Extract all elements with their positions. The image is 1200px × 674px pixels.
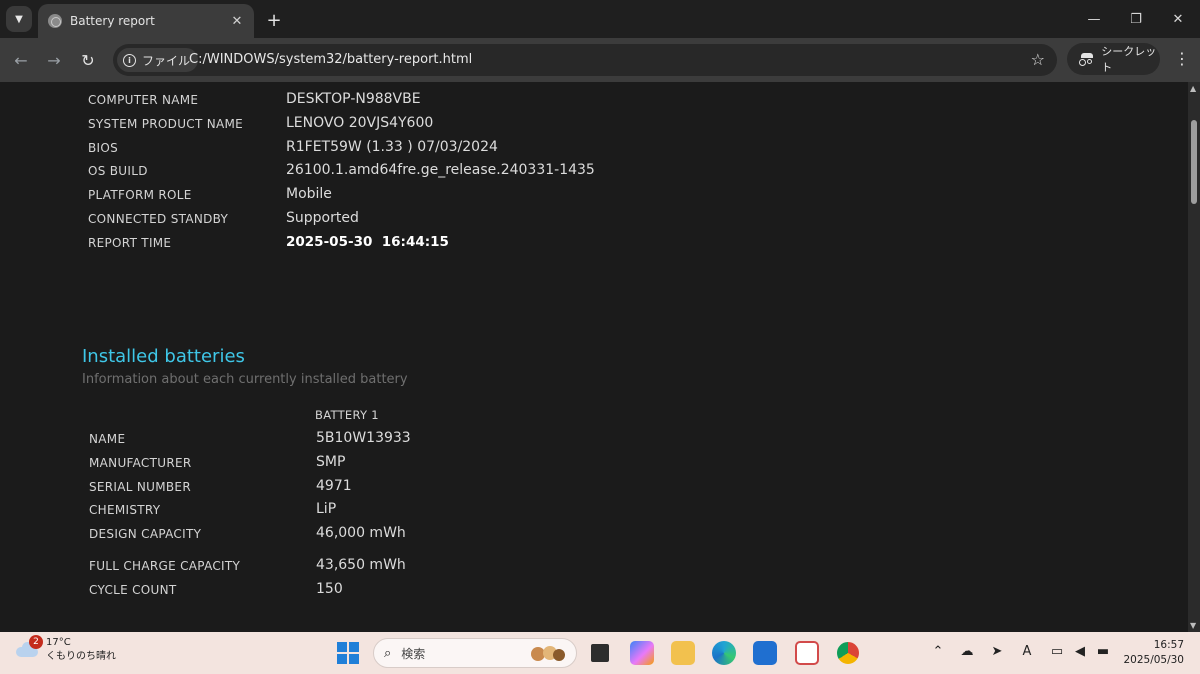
info-value: R1FET59W (1.33 ) 07/03/2024 xyxy=(286,139,498,155)
incognito-button[interactable]: シークレット xyxy=(1067,43,1160,75)
info-value: 26100.1.amd64fre.ge_release.240331-1435 xyxy=(286,162,595,178)
battery-value: 4971 xyxy=(316,478,352,494)
battery-label: CYCLE COUNT xyxy=(89,583,177,597)
search-placeholder: 検索 xyxy=(401,646,426,661)
store-icon[interactable] xyxy=(753,641,777,665)
battery-label: DESIGN CAPACITY xyxy=(89,527,202,541)
tab-strip: ▼ Battery report ✕ + — ❐ ✕ xyxy=(0,0,1200,38)
battery-value: SMP xyxy=(316,454,346,470)
incognito-icon xyxy=(1079,53,1094,66)
tab-battery-report[interactable]: Battery report ✕ xyxy=(38,4,254,38)
close-window-icon[interactable]: ✕ xyxy=(1156,8,1200,30)
battery-column-header: BATTERY 1 xyxy=(315,408,379,422)
taskbar-search-input[interactable]: ⌕ 検索 xyxy=(373,638,577,668)
clock-time: 16:57 xyxy=(1153,639,1184,651)
weather-temp: 17°C xyxy=(46,637,71,648)
copilot-icon[interactable] xyxy=(630,641,654,665)
restore-icon[interactable]: ❐ xyxy=(1114,8,1158,30)
chevron-up-icon[interactable]: ⌃ xyxy=(928,644,948,659)
battery-label: NAME xyxy=(89,432,126,446)
scroll-thumb[interactable] xyxy=(1191,120,1197,204)
battery-value: 43,650 mWh xyxy=(316,557,406,573)
search-icon: ⌕ xyxy=(384,645,392,661)
scroll-down-icon[interactable]: ▼ xyxy=(1190,621,1196,630)
page-content: COMPUTER NAME DESKTOP-N988VBE SYSTEM PRO… xyxy=(0,82,1188,632)
task-view-icon[interactable] xyxy=(588,641,612,665)
kebab-menu-icon[interactable]: ⋮ xyxy=(1172,48,1192,72)
file-explorer-icon[interactable] xyxy=(671,641,695,665)
section-subtitle: Information about each currently install… xyxy=(82,372,408,387)
weather-desc: くもりのち晴れ xyxy=(46,651,116,662)
site-info-chip[interactable]: i ファイル xyxy=(117,48,199,72)
weather-badge: 2 xyxy=(29,635,43,649)
battery-value: 150 xyxy=(316,581,343,597)
info-label: BIOS xyxy=(88,141,119,155)
taskbar: 17°C くもりのち晴れ 2 ⌕ 検索 ⌃ ☁ ➤ A ▭ ◀ ▬ 16:57 … xyxy=(0,632,1200,674)
info-value: LENOVO 20VJS4Y600 xyxy=(286,115,434,131)
search-highlight-icon xyxy=(531,646,565,661)
tab-title: Battery report xyxy=(70,14,155,28)
clock-date: 2025/05/30 xyxy=(1123,654,1184,666)
info-label: SYSTEM PRODUCT NAME xyxy=(88,117,244,131)
info-label: PLATFORM ROLE xyxy=(88,188,192,202)
chrome-icon[interactable] xyxy=(836,641,860,665)
battery-label: FULL CHARGE CAPACITY xyxy=(89,559,241,573)
favicon-globe-icon xyxy=(48,14,62,28)
report-time-value: 2025-05-30 16:44:15 xyxy=(286,234,449,250)
close-icon[interactable]: ✕ xyxy=(228,14,246,29)
tab-list-icon[interactable]: ▼ xyxy=(6,6,32,32)
info-value: Supported xyxy=(286,210,359,226)
address-bar[interactable]: i ファイル C:/WINDOWS/system32/battery-repor… xyxy=(113,44,1057,76)
incognito-label: シークレット xyxy=(1101,45,1157,74)
info-label: OS BUILD xyxy=(88,164,148,178)
plus-icon[interactable]: + xyxy=(262,8,286,32)
info-value: DESKTOP-N988VBE xyxy=(286,91,421,107)
site-chip-label: ファイル xyxy=(142,53,191,68)
back-arrow-icon[interactable]: ← xyxy=(9,48,33,72)
network-icon[interactable]: ▭ xyxy=(1047,644,1067,659)
vertical-scrollbar[interactable]: ▲ ▼ xyxy=(1188,82,1200,632)
battery-label: CHEMISTRY xyxy=(89,503,161,517)
cloud-sync-icon[interactable]: ☁ xyxy=(957,644,977,659)
ime-indicator[interactable]: A xyxy=(1017,644,1037,659)
info-label: COMPUTER NAME xyxy=(88,93,199,107)
battery-label: MANUFACTURER xyxy=(89,456,192,470)
battery-value: LiP xyxy=(316,501,337,517)
star-icon[interactable]: ☆ xyxy=(1031,50,1045,69)
edge-icon[interactable] xyxy=(712,641,736,665)
battery-icon[interactable]: ▬ xyxy=(1093,644,1113,659)
reload-icon[interactable]: ↻ xyxy=(76,48,100,72)
battery-value: 46,000 mWh xyxy=(316,525,406,541)
snipping-tool-icon[interactable] xyxy=(795,641,819,665)
windows-start-icon[interactable] xyxy=(337,642,359,664)
info-label: CONNECTED STANDBY xyxy=(88,212,229,226)
info-icon: i xyxy=(123,53,136,67)
forward-arrow-icon[interactable]: → xyxy=(42,48,66,72)
volume-icon[interactable]: ◀ xyxy=(1070,644,1090,659)
section-title: Installed batteries xyxy=(82,346,245,367)
location-icon[interactable]: ➤ xyxy=(987,644,1007,659)
info-label: REPORT TIME xyxy=(88,236,172,250)
system-clock[interactable]: 16:57 2025/05/30 xyxy=(1123,638,1184,668)
minimize-icon[interactable]: — xyxy=(1072,8,1116,30)
battery-value: 5B10W13933 xyxy=(316,430,411,446)
scroll-up-icon[interactable]: ▲ xyxy=(1190,84,1196,93)
browser-toolbar: ← → ↻ i ファイル C:/WINDOWS/system32/battery… xyxy=(0,38,1200,82)
info-value: Mobile xyxy=(286,186,332,202)
url-text[interactable]: C:/WINDOWS/system32/battery-report.html xyxy=(189,52,472,67)
battery-label: SERIAL NUMBER xyxy=(89,480,191,494)
